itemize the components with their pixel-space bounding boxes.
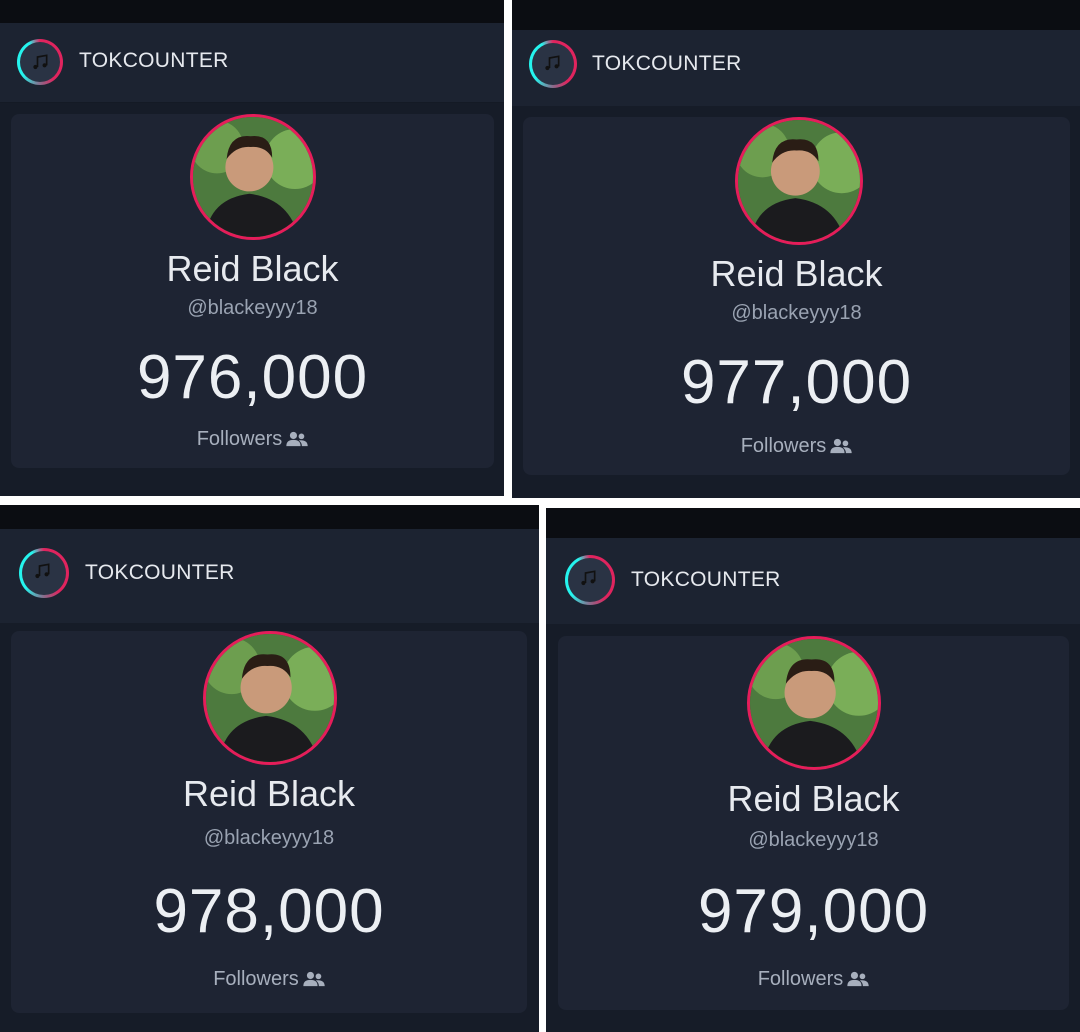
followers-text: Followers bbox=[213, 968, 299, 990]
followers-label: Followers bbox=[523, 435, 1070, 458]
users-icon bbox=[830, 438, 852, 454]
avatar bbox=[747, 636, 881, 770]
brand-name[interactable]: TOKCOUNTER bbox=[85, 561, 235, 585]
music-note-icon[interactable] bbox=[529, 40, 577, 88]
profile-card: Reid Black @blackeyyy18 976,000 Follower… bbox=[11, 114, 494, 468]
profile-name: Reid Black bbox=[710, 253, 883, 294]
screenshot-panel-3: TOKCOUNTER Reid Black @blackeyyy18 978,0… bbox=[0, 505, 539, 1032]
followers-label: Followers bbox=[11, 968, 527, 991]
screenshot-panel-4: TOKCOUNTER Reid Black @blackeyyy18 979,0… bbox=[546, 508, 1080, 1032]
profile-handle: @blackeyyy18 bbox=[731, 302, 862, 324]
users-icon bbox=[286, 431, 308, 447]
app-header: TOKCOUNTER bbox=[546, 538, 1080, 625]
follower-count: 979,000 bbox=[697, 877, 930, 946]
profile-handle: @blackeyyy18 bbox=[203, 827, 335, 849]
brand-name[interactable]: TOKCOUNTER bbox=[79, 49, 229, 73]
profile-name: Reid Black bbox=[166, 248, 339, 289]
screenshot-panel-1: TOKCOUNTER Reid Black @blackeyyy18 976,0… bbox=[0, 0, 504, 496]
brand-name[interactable]: TOKCOUNTER bbox=[592, 52, 742, 76]
music-note-icon[interactable] bbox=[19, 548, 69, 598]
music-note-icon[interactable] bbox=[565, 555, 615, 605]
users-icon bbox=[303, 971, 325, 987]
followers-label: Followers bbox=[11, 428, 494, 451]
profile-handle: @blackeyyy18 bbox=[187, 297, 318, 319]
app-header: TOKCOUNTER bbox=[0, 23, 504, 103]
app-header: TOKCOUNTER bbox=[0, 529, 539, 624]
follower-count: 977,000 bbox=[680, 348, 913, 417]
followers-text: Followers bbox=[196, 428, 283, 450]
followers-text: Followers bbox=[740, 435, 827, 457]
profile-card: Reid Black @blackeyyy18 979,000 Follower… bbox=[558, 636, 1069, 1010]
avatar bbox=[190, 114, 316, 240]
users-icon bbox=[847, 971, 869, 987]
profile-name: Reid Black bbox=[182, 773, 356, 814]
screenshot-panel-2: TOKCOUNTER Reid Black @blackeyyy18 977,0… bbox=[512, 0, 1080, 498]
followers-text: Followers bbox=[757, 968, 844, 990]
follower-count: 978,000 bbox=[153, 877, 385, 946]
music-note-icon[interactable] bbox=[17, 39, 63, 85]
avatar bbox=[735, 117, 863, 245]
brand-name[interactable]: TOKCOUNTER bbox=[631, 568, 781, 592]
profile-card: Reid Black @blackeyyy18 977,000 Follower… bbox=[523, 117, 1070, 475]
avatar bbox=[203, 631, 337, 765]
profile-card: Reid Black @blackeyyy18 978,000 Follower… bbox=[11, 631, 527, 1013]
profile-handle: @blackeyyy18 bbox=[748, 829, 879, 851]
profile-name: Reid Black bbox=[727, 778, 900, 819]
followers-label: Followers bbox=[558, 968, 1069, 991]
app-header: TOKCOUNTER bbox=[512, 30, 1080, 107]
follower-count: 976,000 bbox=[136, 343, 369, 412]
